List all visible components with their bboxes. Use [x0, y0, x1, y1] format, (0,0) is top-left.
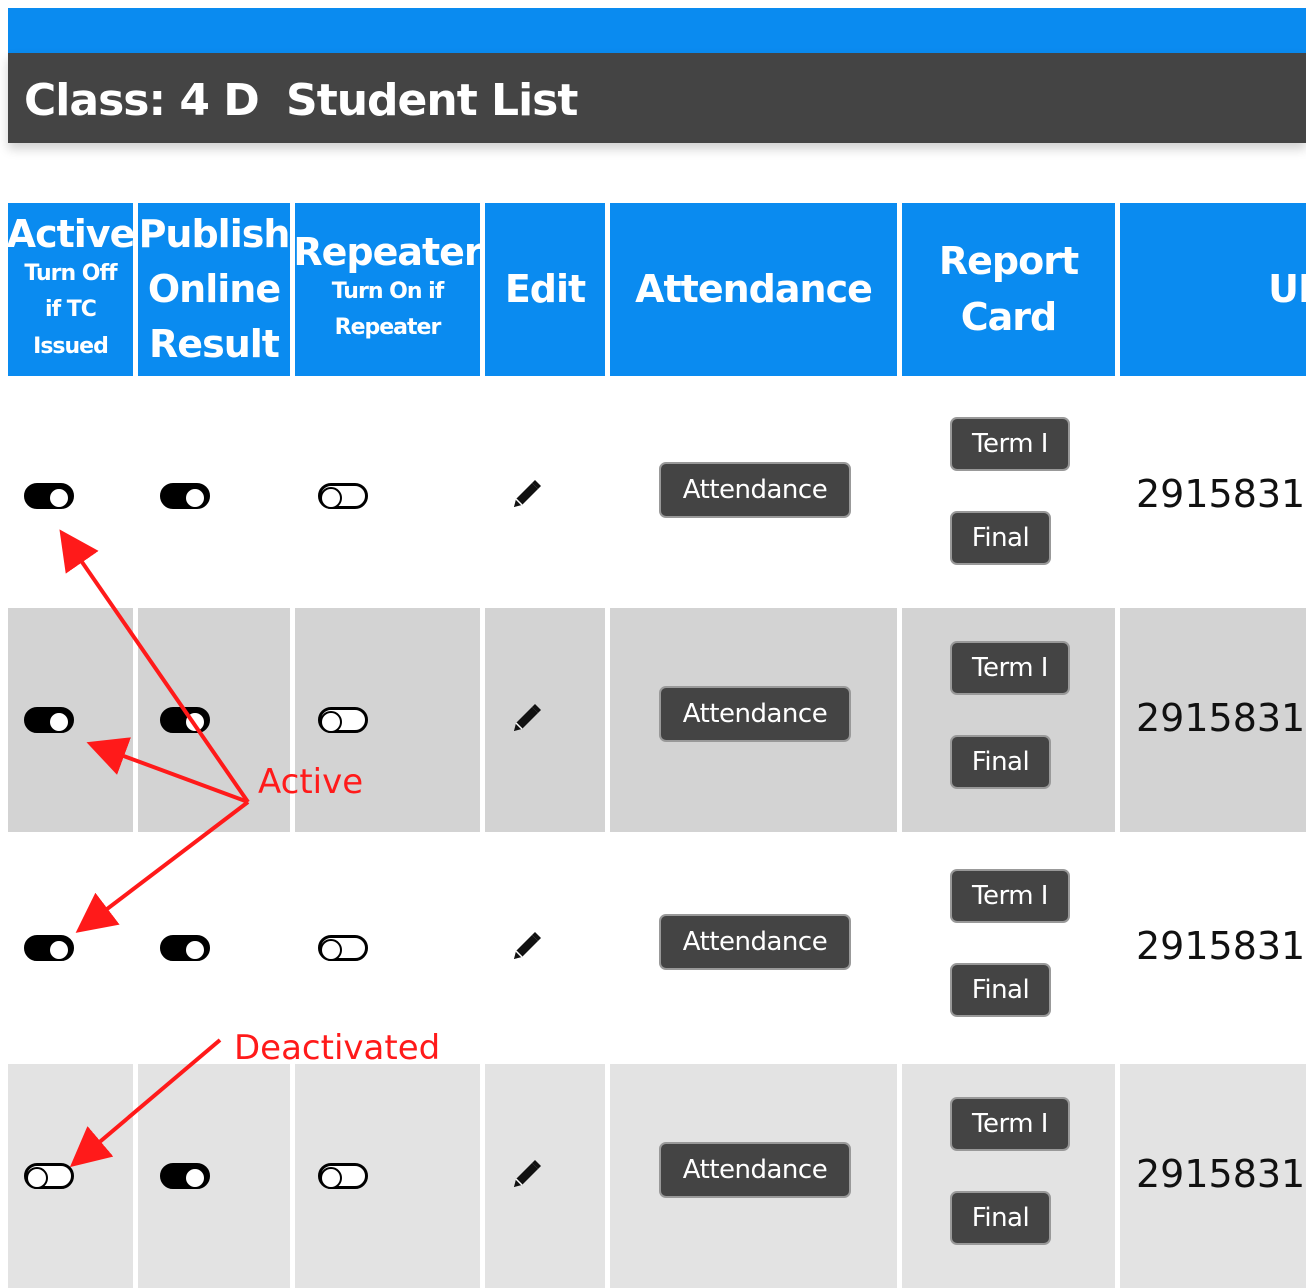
class-label: Class: 4 D [24, 75, 260, 126]
column-divider [897, 384, 902, 608]
repeater-toggle[interactable] [318, 707, 368, 733]
title-bar: Class: 4 D Student List [8, 53, 1306, 143]
column-header-publish: Publish Online Result [138, 203, 290, 376]
table-row: Attendance Term I Final 2915831 [8, 836, 1306, 1060]
pencil-icon[interactable] [508, 477, 544, 513]
table-row: Attendance Term I Final 2915831 [8, 1064, 1306, 1288]
column-header-publish-line: Online [147, 266, 281, 311]
final-button[interactable]: Final [950, 963, 1051, 1017]
term-i-button[interactable]: Term I [950, 417, 1070, 471]
column-divider [290, 384, 295, 608]
toggle-knob [184, 487, 206, 509]
active-toggle[interactable] [24, 483, 74, 509]
top-accent-bar [8, 8, 1306, 53]
column-header-publish-line: Result [149, 322, 280, 367]
column-divider [290, 836, 295, 1060]
column-divider [605, 608, 610, 832]
attendance-button[interactable]: Attendance [659, 462, 851, 518]
column-header-repeater: Repeater Turn On if Repeater [295, 203, 480, 376]
final-button[interactable]: Final [950, 1191, 1051, 1245]
final-button[interactable]: Final [950, 735, 1051, 789]
publish-result-toggle[interactable] [160, 935, 210, 961]
column-header-attendance-label: Attendance [635, 266, 873, 311]
repeater-toggle[interactable] [318, 483, 368, 509]
column-header-active-subtitle: Issued [33, 333, 109, 359]
ub-number: 2915831 [1136, 696, 1306, 740]
column-header-attendance: Attendance [610, 203, 897, 376]
column-header-ub-label: UB [1268, 266, 1306, 311]
column-divider [1115, 836, 1120, 1060]
column-divider [480, 608, 485, 832]
column-divider [1115, 1064, 1120, 1288]
column-header-report-card-line: Card [960, 294, 1057, 339]
table-row: Attendance Term I Final 2915831 [8, 608, 1306, 832]
toggle-knob [184, 711, 206, 733]
column-divider [480, 384, 485, 608]
column-divider [1115, 608, 1120, 832]
column-divider [133, 384, 138, 608]
attendance-button[interactable]: Attendance [659, 1142, 851, 1198]
pencil-icon[interactable] [508, 929, 544, 965]
column-divider [480, 1064, 485, 1288]
toggle-knob [320, 1167, 342, 1189]
ub-number: 2915831 [1136, 924, 1306, 968]
active-toggle[interactable] [24, 707, 74, 733]
toggle-knob [184, 1167, 206, 1189]
table-row: Attendance Term I Final 2915831 [8, 384, 1306, 608]
column-divider [133, 608, 138, 832]
column-header-active-title: Active [8, 212, 133, 257]
column-header-publish-line: Publish [138, 211, 290, 256]
toggle-knob [320, 711, 342, 733]
column-header-edit-label: Edit [504, 266, 586, 311]
column-divider [480, 836, 485, 1060]
term-i-button[interactable]: Term I [950, 1097, 1070, 1151]
final-button[interactable]: Final [950, 511, 1051, 565]
column-header-active-subtitle: if TC [45, 297, 97, 323]
toggle-knob [320, 939, 342, 961]
column-header-active: Active Turn Off if TC Issued [8, 203, 133, 376]
term-i-button[interactable]: Term I [950, 869, 1070, 923]
column-header-edit: Edit [485, 203, 605, 376]
publish-result-toggle[interactable] [160, 707, 210, 733]
publish-result-toggle[interactable] [160, 483, 210, 509]
toggle-knob [26, 1167, 48, 1189]
column-divider [605, 384, 610, 608]
column-divider [605, 1064, 610, 1288]
repeater-toggle[interactable] [318, 935, 368, 961]
column-divider [605, 836, 610, 1060]
ub-number: 2915831 [1136, 472, 1306, 516]
toggle-knob [48, 487, 70, 509]
pencil-icon[interactable] [508, 701, 544, 737]
annotation-deactivated: Deactivated [234, 1028, 441, 1068]
column-header-repeater-subtitle: Repeater [334, 315, 442, 341]
repeater-toggle[interactable] [318, 1163, 368, 1189]
column-header-ub: UB [1120, 203, 1306, 376]
page-title: Student List [286, 75, 578, 126]
annotation-active: Active [258, 762, 364, 802]
toggle-knob [320, 487, 342, 509]
ub-number: 2915831 [1136, 1152, 1306, 1196]
column-divider [897, 1064, 902, 1288]
active-toggle[interactable] [24, 1163, 74, 1189]
column-header-active-subtitle: Turn Off [24, 260, 117, 286]
publish-result-toggle[interactable] [160, 1163, 210, 1189]
toggle-knob [48, 939, 70, 961]
column-header-report-card: Report Card [902, 203, 1115, 376]
column-header-repeater-title: Repeater [295, 230, 480, 275]
column-divider [1115, 384, 1120, 608]
toggle-knob [48, 711, 70, 733]
column-divider [133, 1064, 138, 1288]
column-header-report-card-line: Report [938, 239, 1079, 284]
column-divider [897, 608, 902, 832]
column-divider [897, 836, 902, 1060]
column-header-repeater-subtitle: Turn On if [331, 279, 445, 305]
column-divider [133, 836, 138, 1060]
pencil-icon[interactable] [508, 1157, 544, 1193]
attendance-button[interactable]: Attendance [659, 914, 851, 970]
attendance-button[interactable]: Attendance [659, 686, 851, 742]
toggle-knob [184, 939, 206, 961]
active-toggle[interactable] [24, 935, 74, 961]
column-divider [290, 1064, 295, 1288]
term-i-button[interactable]: Term I [950, 641, 1070, 695]
